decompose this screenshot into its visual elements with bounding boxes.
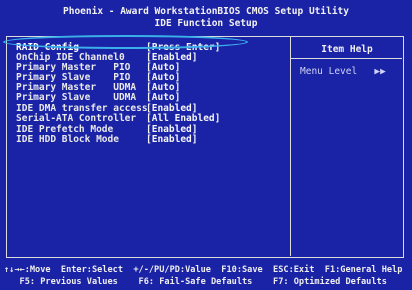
- setting-value[interactable]: [All Enabled]: [146, 113, 220, 124]
- bios-screen: Phoenix - Award WorkstationBIOS CMOS Set…: [0, 0, 412, 290]
- help-divider: [290, 37, 291, 256]
- setting-row-primary-slave-udma[interactable]: Primary Slave UDMA [Auto]: [16, 92, 180, 103]
- help-title-divider: [291, 58, 402, 59]
- setting-row-ide-hdd-block-mode[interactable]: IDE HDD Block Mode [Enabled]: [16, 134, 197, 145]
- setting-label: Serial-ATA Controller: [16, 113, 137, 124]
- menu-level-indicator: Menu Level ▶▶: [300, 66, 386, 77]
- key-help-line-1: ↑↓→←:Move Enter:Select +/-/PU/PD:Value F…: [4, 265, 403, 275]
- page-title: IDE Function Setup: [154, 18, 258, 29]
- setting-value[interactable]: [Enabled]: [146, 134, 197, 145]
- setting-value[interactable]: [Auto]: [146, 92, 180, 103]
- key-help-line-2: F5: Previous Values F6: Fail-Safe Defaul…: [4, 277, 387, 287]
- bios-title: Phoenix - Award WorkstationBIOS CMOS Set…: [63, 6, 349, 17]
- help-title: Item Help: [321, 44, 373, 55]
- setting-label: IDE HDD Block Mode: [16, 134, 119, 145]
- setting-row-serial-ata-controller[interactable]: Serial-ATA Controller [All Enabled]: [16, 113, 220, 124]
- setting-label: Primary Slave UDMA: [16, 92, 137, 103]
- annotation-oval: [3, 35, 248, 49]
